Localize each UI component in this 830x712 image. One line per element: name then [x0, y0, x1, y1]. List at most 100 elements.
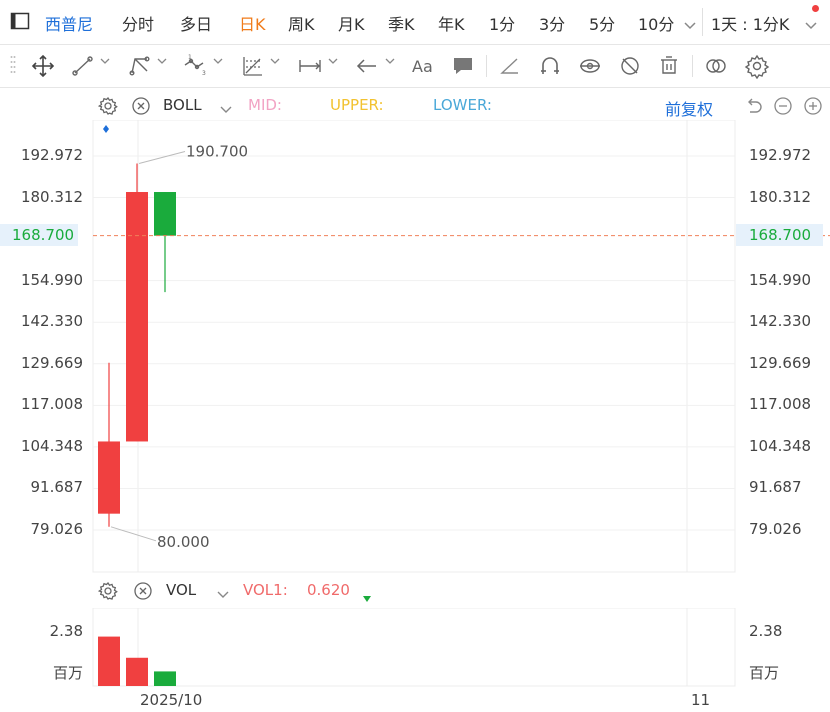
chevron-down-icon[interactable] [217, 585, 229, 604]
vol-plot-frame [92, 608, 736, 687]
tab-yuek[interactable]: 月K [338, 11, 365, 35]
wave-tool-icon[interactable]: 13 [182, 53, 208, 79]
hide-drawing-icon[interactable] [617, 53, 643, 79]
tab-5fen[interactable]: 5分 [589, 11, 615, 35]
low-leader-line [110, 526, 157, 542]
svg-text:3: 3 [202, 70, 206, 77]
drawing-toolbar: 13 Aa [0, 45, 830, 88]
zoom-out-icon[interactable] [773, 96, 793, 116]
svg-text:Aa: Aa [412, 57, 433, 76]
trash-icon[interactable] [656, 53, 682, 79]
price-tick-right: 117.008 [749, 395, 812, 414]
chevron-down-icon[interactable] [684, 16, 696, 35]
price-tick-right: 192.972 [749, 146, 812, 164]
close-icon[interactable] [133, 581, 153, 601]
notification-dot [812, 5, 819, 12]
vol-top-tick-left: 2.38 [49, 622, 83, 640]
high-label: 190.700 [186, 142, 248, 160]
volume-bar[interactable] [154, 671, 176, 686]
price-tick-right: 180.312 [749, 187, 812, 206]
volume-chart[interactable] [0, 608, 830, 688]
chevron-down-icon[interactable] [385, 57, 395, 68]
comment-icon[interactable] [450, 53, 476, 79]
chevron-down-icon[interactable] [213, 57, 223, 68]
period-bar: 西普尼 分时 多日 日K 周K 月K 季K 年K 1分 3分 5分 10分 1天… [0, 0, 830, 45]
arrow-left-icon[interactable] [354, 53, 380, 79]
volume-bar[interactable] [98, 636, 120, 686]
price-tick-left: 180.312 [20, 187, 83, 206]
move-icon[interactable] [30, 53, 56, 79]
vol-top-tick-right: 2.38 [749, 622, 783, 640]
vol1-label: VOL1: [243, 581, 288, 599]
price-tick-left: 104.348 [20, 436, 83, 455]
tab-3fen[interactable]: 3分 [539, 11, 565, 35]
price-tick-right: 104.348 [749, 436, 812, 455]
adjust-select[interactable]: 前复权 [665, 96, 713, 120]
time-label: 2025/10 [140, 691, 203, 709]
tab-niank[interactable]: 年K [438, 11, 465, 35]
angle-tool-icon[interactable] [497, 53, 523, 79]
gear-icon[interactable] [97, 96, 118, 116]
stock-name[interactable]: 西普尼 [45, 11, 93, 35]
down-triangle-icon [362, 588, 372, 607]
measure-tool-icon[interactable] [297, 53, 323, 79]
price-tick-right: 129.669 [749, 353, 812, 372]
chevron-down-icon[interactable] [100, 57, 110, 68]
tab-duori[interactable]: 多日 [180, 11, 212, 35]
vol-unit-right: 百万 [749, 664, 780, 682]
time-label: 11 [691, 691, 711, 709]
tab-10fen[interactable]: 10分 [638, 11, 674, 35]
fibonacci-tool-icon[interactable] [240, 53, 266, 79]
current-price-tag-right: 168.700 [736, 223, 824, 246]
range-select[interactable]: 1天 : 1分K [711, 11, 789, 35]
chevron-down-icon[interactable] [270, 57, 280, 68]
candle-body[interactable] [98, 441, 120, 514]
lock-drawing-icon[interactable] [577, 53, 603, 79]
mid-label: MID: [248, 96, 282, 114]
low-label: 80.000 [157, 533, 210, 551]
lower-label: LOWER: [433, 96, 492, 114]
current-price-tag-left: 168.700 [0, 223, 79, 246]
candlestick-chart[interactable]: 190.700 80.000 [0, 120, 830, 575]
zoom-in-icon[interactable] [803, 96, 823, 116]
high-leader-line [138, 150, 186, 164]
candle-body[interactable] [154, 192, 176, 236]
candle-body[interactable] [126, 192, 148, 442]
chevron-down-icon[interactable] [157, 57, 167, 68]
vol-indicator-name[interactable]: VOL [166, 581, 196, 599]
close-icon[interactable] [131, 96, 151, 116]
tab-zhouk[interactable]: 周K [288, 11, 315, 35]
volume-bar[interactable] [126, 657, 148, 686]
polyline-tool-icon[interactable] [127, 53, 153, 79]
compare-icon[interactable] [703, 53, 729, 79]
magnet-icon[interactable] [537, 53, 563, 79]
price-tick-left: 142.330 [20, 312, 83, 331]
drag-handle-icon[interactable] [10, 55, 16, 81]
plot-frame [92, 120, 736, 573]
tab-fenshi[interactable]: 分时 [122, 11, 154, 35]
price-tick-left: 154.990 [20, 270, 83, 289]
indicator-name[interactable]: BOLL [163, 96, 202, 114]
price-tick-left: 192.972 [20, 146, 83, 164]
text-tool-icon[interactable]: Aa [410, 53, 436, 79]
chevron-down-icon[interactable] [328, 57, 338, 68]
chevron-down-icon[interactable] [805, 16, 817, 35]
tab-1fen[interactable]: 1分 [489, 11, 515, 35]
price-tick-left: 79.026 [30, 520, 84, 538]
vol-unit-left: 百万 [52, 664, 83, 682]
chevron-down-icon[interactable] [220, 100, 232, 119]
svg-text:1: 1 [188, 54, 192, 61]
line-tool-icon[interactable] [70, 53, 96, 79]
price-tick-left: 129.669 [20, 353, 83, 372]
gear-icon[interactable] [744, 53, 770, 80]
gear-icon[interactable] [97, 581, 118, 601]
vol1-value: 0.620 [307, 581, 350, 599]
price-tick-right: 142.330 [749, 312, 812, 331]
sidebar-toggle-icon[interactable] [10, 11, 30, 31]
price-tick-left: 117.008 [20, 395, 83, 414]
tab-rik[interactable]: 日K [239, 11, 266, 35]
marker-diamond-icon [103, 125, 109, 133]
upper-label: UPPER: [330, 96, 384, 114]
tab-jik[interactable]: 季K [388, 11, 415, 35]
undo-icon[interactable] [744, 96, 764, 116]
